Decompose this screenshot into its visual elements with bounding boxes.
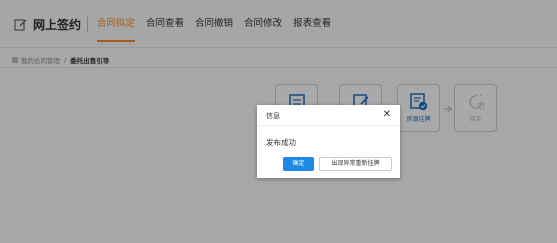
page: 网上签约 合同拟定 合同查看 合同撤销 合同修改 报表查看 我的合同管理 / 委… — [0, 0, 557, 243]
dialog-message: 发布成功 — [266, 138, 296, 147]
dialog-title: 信息 — [266, 112, 280, 120]
relist-button[interactable]: 出现异常重新挂牌 — [319, 157, 392, 171]
info-dialog: 信息 ✕ 发布成功 确定 出现异常重新挂牌 — [257, 105, 400, 178]
close-icon[interactable]: ✕ — [383, 109, 391, 121]
confirm-button[interactable]: 确定 — [283, 157, 314, 171]
dialog-header: 信息 ✕ — [257, 105, 400, 126]
